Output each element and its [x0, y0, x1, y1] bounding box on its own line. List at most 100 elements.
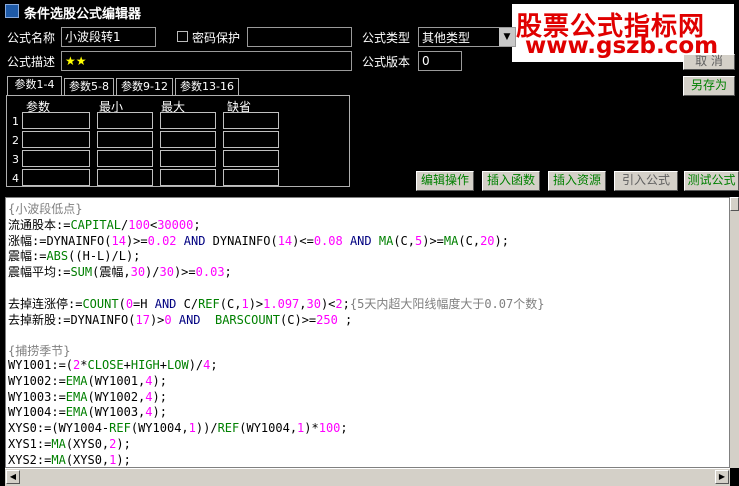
- code-token: ;: [224, 265, 232, 280]
- param-default-input[interactable]: [223, 150, 279, 167]
- formula-version-input[interactable]: 0: [418, 51, 462, 71]
- tab-params-13-16[interactable]: 参数13-16: [175, 78, 239, 95]
- code-line: XYS2:=MA(XYS0,1);: [8, 453, 131, 467]
- app-icon: [5, 4, 19, 18]
- scroll-left-icon[interactable]: ◀: [6, 470, 20, 484]
- param-row-number: 1: [12, 115, 19, 128]
- code-editor[interactable]: {小波段低点} 流通股本:=CAPITAL/100<30000; 涨幅:=DYNAI…: [5, 197, 730, 468]
- vertical-scrollbar[interactable]: [730, 197, 739, 468]
- param-max-input[interactable]: [160, 150, 216, 167]
- code-token: XYS1:=: [8, 437, 52, 451]
- code-token: 1.097: [263, 296, 300, 311]
- code-token: (WY1004,: [239, 421, 298, 436]
- tab-params-5-8[interactable]: 参数5-8: [64, 78, 114, 95]
- code-token: );: [152, 405, 167, 420]
- param-name-input[interactable]: [22, 112, 90, 129]
- param-min-input[interactable]: [97, 169, 153, 186]
- param-min-input[interactable]: [97, 131, 153, 148]
- code-line: 震幅:=ABS((H-L)/L);: [8, 247, 140, 264]
- edit-operation-button[interactable]: 编辑操作: [416, 171, 474, 191]
- code-token: +: [159, 358, 167, 372]
- formula-type-select[interactable]: 其他类型 ▼: [418, 27, 516, 47]
- code-token: )/: [188, 358, 204, 372]
- code-token: (C,: [219, 296, 242, 311]
- code-token: 250: [316, 312, 338, 327]
- code-token: BARSCOUNT: [214, 312, 281, 327]
- insert-function-button[interactable]: 插入函数: [482, 171, 540, 191]
- code-token: 20: [480, 233, 495, 248]
- param-max-input[interactable]: [160, 131, 216, 148]
- code-line: WY1001:=(2*CLOSE+HIGH+LOW)/4;: [8, 358, 218, 372]
- code-token: {小波段低点}: [8, 202, 83, 216]
- code-line: 流通股本:=CAPITAL/100<30000;: [8, 216, 201, 233]
- formula-desc-label: 公式描述: [7, 55, 56, 69]
- code-token: =H: [133, 296, 148, 311]
- code-token: SUM: [70, 265, 93, 280]
- param-default-input[interactable]: [223, 131, 279, 148]
- code-token: {捕捞季节}: [8, 344, 71, 359]
- code-token: 100: [128, 217, 150, 232]
- cancel-button[interactable]: 取 消: [683, 54, 735, 70]
- code-token: (WY1004,: [130, 421, 189, 436]
- code-token: 震幅:=: [8, 249, 47, 264]
- code-token: (震幅,: [92, 265, 131, 280]
- scroll-up-icon[interactable]: [730, 197, 739, 211]
- code-token: REF: [109, 421, 131, 436]
- code-token: ,: [299, 296, 307, 311]
- code-token: HIGH: [130, 358, 160, 372]
- code-token: ABS: [46, 249, 69, 264]
- password-input[interactable]: [247, 27, 352, 47]
- code-line: 去掉连涨停:=COUNT(0=H AND C/REF(C,1)>1.097,30…: [8, 295, 544, 312]
- code-token: 0.02: [147, 233, 177, 248]
- code-token: (C,: [458, 233, 481, 248]
- code-token: ;: [337, 312, 353, 327]
- code-token: EMA: [65, 389, 88, 404]
- formula-name-label: 公式名称: [7, 31, 56, 45]
- code-line: XYS1:=MA(XYS0,2);: [8, 437, 131, 451]
- param-default-input[interactable]: [223, 169, 279, 186]
- code-token: 30: [159, 265, 174, 280]
- code-token: )>: [149, 312, 165, 327]
- param-name-input[interactable]: [22, 150, 90, 167]
- code-token: 100: [318, 421, 341, 436]
- param-default-input[interactable]: [223, 112, 279, 129]
- code-token: ))/: [195, 421, 218, 436]
- formula-name-input[interactable]: 小波段转1: [61, 27, 156, 47]
- param-name-input[interactable]: [22, 169, 90, 186]
- code-line: WY1004:=EMA(WY1003,4);: [8, 405, 167, 419]
- param-min-input[interactable]: [97, 150, 153, 167]
- test-formula-button[interactable]: 测试公式: [684, 171, 739, 191]
- param-name-input[interactable]: [22, 131, 90, 148]
- tab-params-9-12[interactable]: 参数9-12: [116, 78, 173, 95]
- code-token: COUNT: [82, 296, 119, 311]
- chevron-down-icon[interactable]: ▼: [499, 28, 515, 46]
- param-min-input[interactable]: [97, 112, 153, 129]
- horizontal-scrollbar[interactable]: ◀ ▶: [5, 468, 730, 486]
- code-line: 涨幅:=DYNAINFO(14)>=0.02 AND DYNAINFO(14)<…: [8, 232, 509, 249]
- import-formula-button[interactable]: 引入公式: [614, 171, 678, 191]
- save-as-button[interactable]: 另存为: [683, 76, 735, 96]
- code-token: MA: [51, 452, 66, 467]
- param-max-input[interactable]: [160, 112, 216, 129]
- param-max-input[interactable]: [160, 169, 216, 186]
- code-token: 1: [188, 421, 196, 436]
- formula-type-value: 其他类型: [422, 31, 471, 45]
- code-token: 14: [111, 233, 126, 248]
- code-token: +: [123, 358, 131, 372]
- password-label: 密码保护: [192, 31, 241, 45]
- password-checkbox[interactable]: [177, 31, 188, 42]
- code-token: (: [270, 233, 278, 248]
- code-token: 去掉新股:=: [8, 312, 71, 327]
- code-token: )*: [304, 421, 319, 436]
- scroll-right-icon[interactable]: ▶: [715, 470, 729, 484]
- code-token: )<=: [292, 233, 314, 248]
- insert-resource-button[interactable]: 插入资源: [548, 171, 606, 191]
- code-token: 0: [164, 312, 172, 327]
- code-token: (: [118, 296, 126, 311]
- formula-desc-input[interactable]: ★★: [61, 51, 352, 71]
- code-token: DYNAINFO: [212, 233, 271, 248]
- code-token: 0.03: [195, 265, 225, 280]
- param-row-number: 4: [12, 172, 19, 185]
- code-token: C/: [183, 296, 199, 311]
- tab-params-1-4[interactable]: 参数1-4: [7, 76, 62, 96]
